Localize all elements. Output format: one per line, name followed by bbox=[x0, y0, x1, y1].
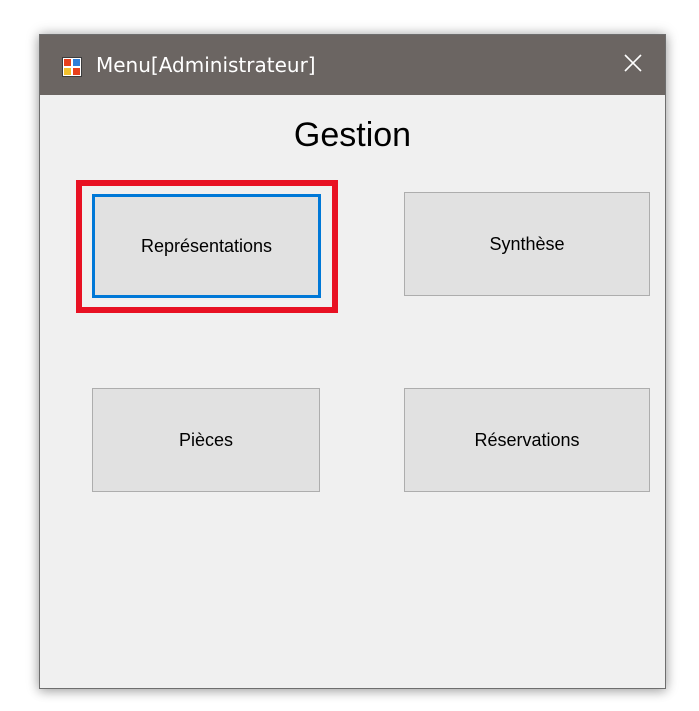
page-title: Gestion bbox=[293, 116, 412, 154]
close-button[interactable] bbox=[601, 35, 665, 95]
representations-button-label: Représentations bbox=[140, 235, 273, 256]
reservations-button-label: Réservations bbox=[474, 429, 580, 450]
pieces-button-label: Pièces bbox=[178, 429, 234, 450]
menu-window: Menu[Administrateur] Gestion Représentat… bbox=[39, 34, 666, 689]
representations-button[interactable]: Représentations bbox=[92, 194, 321, 298]
synthese-button-label: Synthèse bbox=[489, 233, 565, 254]
close-icon bbox=[623, 53, 643, 78]
pieces-button[interactable]: Pièces bbox=[92, 388, 320, 492]
window-title: Menu[Administrateur] bbox=[96, 53, 316, 77]
form-app-icon bbox=[62, 57, 82, 77]
synthese-button[interactable]: Synthèse bbox=[404, 192, 650, 296]
reservations-button[interactable]: Réservations bbox=[404, 388, 650, 492]
title-bar[interactable]: Menu[Administrateur] bbox=[40, 35, 665, 95]
